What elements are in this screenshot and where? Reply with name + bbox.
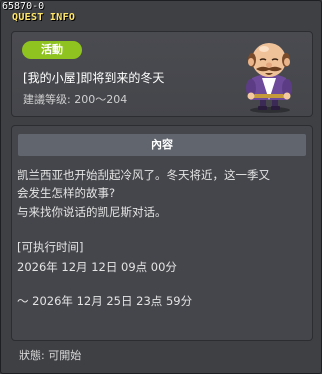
description-line: 与来找你说话的凯尼斯对话。 bbox=[17, 205, 167, 219]
available-time-label: [可执行时间] bbox=[17, 240, 84, 254]
content-section-header: 內容 bbox=[18, 134, 306, 156]
description-line: 凯兰西亚也开始刮起冷风了。冬天将近，这一季又 bbox=[17, 168, 270, 182]
recommended-level: 建議等级: 200～204 bbox=[23, 93, 128, 106]
description-line: 会发生怎样的故事? bbox=[17, 186, 116, 200]
start-time: 2026年 12月 12日 09点 00分 bbox=[17, 260, 177, 274]
bald-mustached-npc-portrait-icon bbox=[246, 43, 292, 113]
quest-id-label: 65870-0 bbox=[2, 1, 45, 12]
quest-header-panel: 活動 [我的小屋]即将到来的冬天 建議等级: 200～204 bbox=[11, 31, 313, 117]
quest-info-window: 65870-0 QUEST INFO 活動 [我的小屋]即将到来的冬天 建議等级… bbox=[0, 0, 322, 374]
window-title: QUEST INFO bbox=[12, 12, 76, 23]
event-badge: 活動 bbox=[22, 41, 82, 59]
end-time: ～ 2026年 12月 25日 23点 59分 bbox=[17, 294, 193, 308]
quest-name: [我的小屋]即将到来的冬天 bbox=[23, 71, 165, 85]
quest-status: 狀態: 可開始 bbox=[19, 349, 82, 362]
